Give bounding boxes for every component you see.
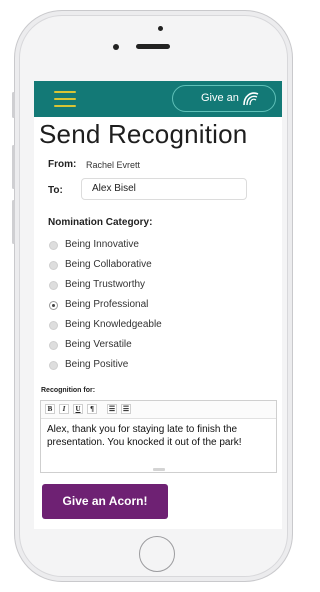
numbered-list-button[interactable]: ☰: [121, 404, 131, 414]
radio-button-selected[interactable]: [49, 301, 58, 310]
radio-button[interactable]: [49, 281, 58, 290]
resize-handle[interactable]: [153, 468, 165, 471]
underline-button[interactable]: U: [73, 404, 83, 414]
editor-toolbar: B I U ¶ ☰ ☰: [41, 401, 276, 419]
from-value: Rachel Evrett: [86, 160, 141, 170]
recognition-text[interactable]: Alex, thank you for staying late to fini…: [47, 423, 272, 449]
italic-button[interactable]: I: [59, 404, 69, 414]
radio-label: Being Versatile: [65, 339, 132, 350]
give-an-acorn-header-button[interactable]: Give an: [172, 85, 276, 112]
radio-label: Being Collaborative: [65, 259, 152, 270]
radio-button[interactable]: [49, 361, 58, 370]
recognition-editor[interactable]: B I U ¶ ☰ ☰ Alex, thank you for staying …: [40, 400, 277, 473]
radio-button[interactable]: [49, 241, 58, 250]
paragraph-button[interactable]: ¶: [87, 404, 97, 414]
radio-button[interactable]: [49, 321, 58, 330]
radio-button[interactable]: [49, 261, 58, 270]
acorn-logo-icon: [243, 92, 259, 106]
hamburger-icon[interactable]: [54, 91, 76, 107]
give-button-label: Give an: [201, 92, 239, 104]
home-button[interactable]: [139, 536, 175, 572]
nomination-category-label: Nomination Category:: [48, 217, 153, 228]
earpiece-speaker: [136, 44, 170, 49]
front-camera: [158, 26, 163, 31]
from-label: From:: [48, 159, 77, 170]
radio-label: Being Professional: [65, 299, 149, 310]
radio-label: Being Innovative: [65, 239, 139, 250]
proximity-sensor: [113, 44, 119, 50]
recognition-for-label: Recognition for:: [41, 387, 96, 394]
bullet-list-button[interactable]: ☰: [107, 404, 117, 414]
mute-switch: [12, 92, 15, 118]
bold-button[interactable]: B: [45, 404, 55, 414]
volume-up-button: [12, 145, 15, 189]
radio-label: Being Knowledgeable: [65, 319, 162, 330]
give-an-acorn-button[interactable]: Give an Acorn!: [42, 484, 168, 519]
to-field[interactable]: Alex Bisel: [81, 178, 247, 200]
to-label: To:: [48, 185, 63, 196]
radio-label: Being Positive: [65, 359, 129, 370]
page-title: Send Recognition: [39, 119, 248, 149]
volume-down-button: [12, 200, 15, 244]
radio-label: Being Trustworthy: [65, 279, 146, 290]
top-bar: Give an: [34, 81, 282, 117]
radio-button[interactable]: [49, 341, 58, 350]
app-screen: Give an Send Recognition From: Rachel Ev…: [34, 81, 282, 529]
